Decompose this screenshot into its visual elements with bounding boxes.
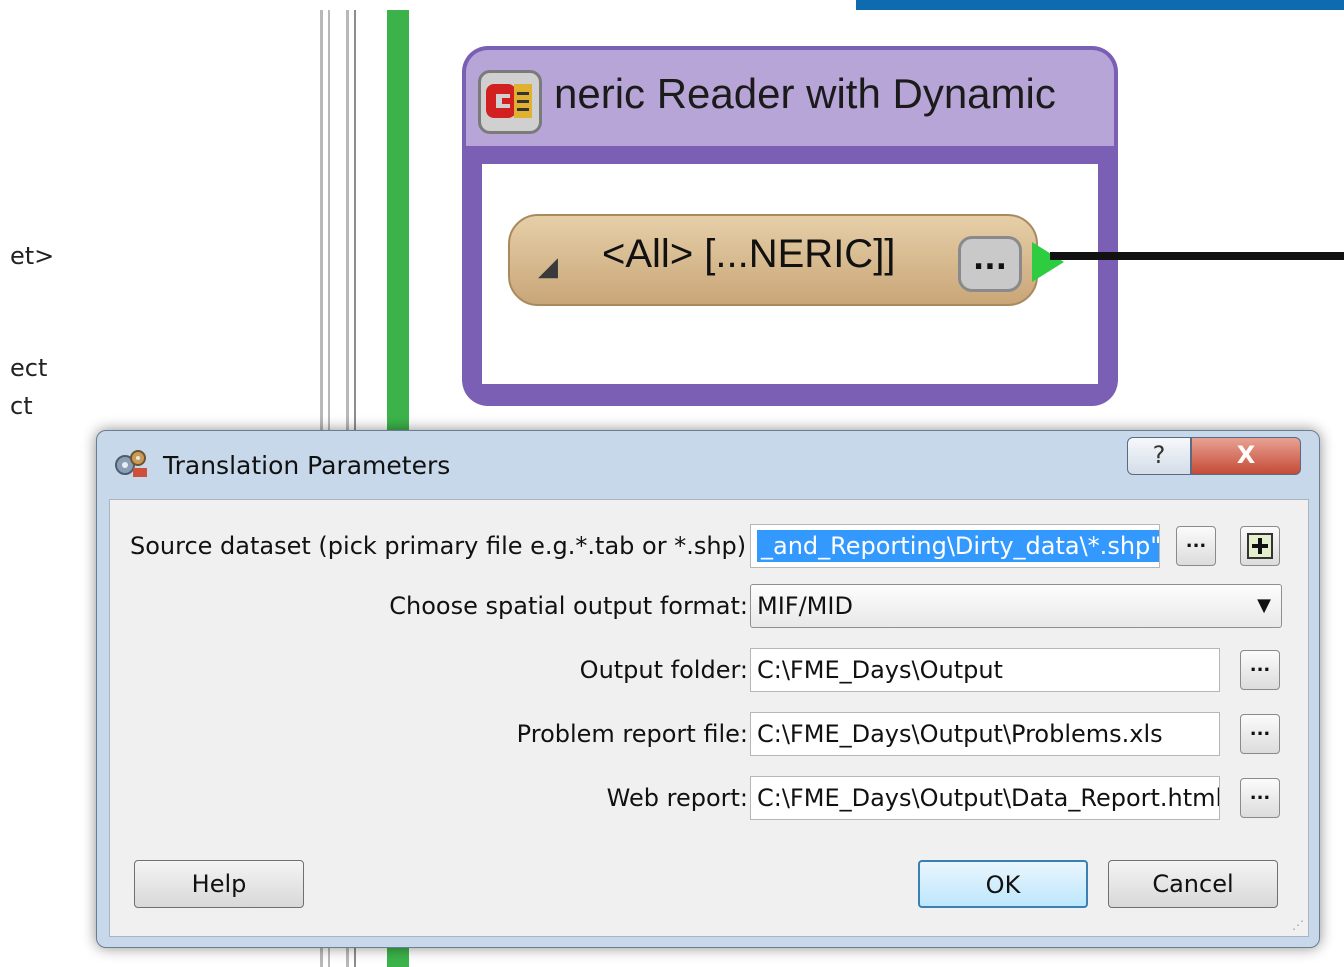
web-report-input[interactable]: C:\FME_Days\Output\Data_Report.html	[750, 776, 1220, 820]
feature-type-menu-button[interactable]: ...	[958, 236, 1022, 292]
reader-header[interactable]: neric Reader with Dynamic	[466, 50, 1114, 146]
web-report-browse-button[interactable]: ...	[1240, 778, 1280, 818]
generic-reader-icon	[478, 70, 542, 134]
chevron-down-icon: ▼	[1257, 595, 1271, 616]
output-format-label: Choose spatial output format:	[389, 592, 748, 620]
ok-button[interactable]: OK	[918, 860, 1088, 908]
feature-type-node[interactable]: ◢ <All> [...NERIC]] ...	[508, 214, 1038, 306]
problem-report-label: Problem report file:	[516, 720, 748, 748]
add-dataset-button[interactable]	[1240, 526, 1280, 566]
source-dataset-label: Source dataset (pick primary file e.g.*.…	[130, 532, 762, 560]
source-dataset-value: _and_Reporting\Dirty_data\*.shp"	[757, 530, 1159, 562]
cancel-button[interactable]: Cancel	[1108, 860, 1278, 908]
problem-report-browse-button[interactable]: ...	[1240, 714, 1280, 754]
output-folder-input[interactable]: C:\FME_Days\Output	[750, 648, 1220, 692]
output-format-select[interactable]: MIF/MID ▼	[750, 584, 1282, 628]
dialog-title: Translation Parameters	[163, 451, 451, 480]
navigator-item-fragment[interactable]: ect	[10, 354, 47, 382]
feature-type-label: <All> [...NERIC]]	[602, 232, 896, 276]
output-folder-label: Output folder:	[579, 656, 748, 684]
help-button[interactable]: Help	[134, 860, 304, 908]
dialog-titlebar[interactable]: Translation Parameters ? X	[97, 431, 1319, 497]
navigator-item-fragment[interactable]: et>	[10, 242, 54, 270]
source-dataset-browse-button[interactable]: ...	[1176, 526, 1216, 566]
problem-report-input[interactable]: C:\FME_Days\Output\Problems.xls	[750, 712, 1220, 756]
generic-reader-node[interactable]: neric Reader with Dynamic ◢ <All> [...NE…	[462, 46, 1118, 406]
resize-grip-icon[interactable]: ⋰	[1292, 918, 1304, 932]
plus-icon	[1247, 533, 1273, 559]
translation-parameters-dialog: Translation Parameters ? X Source datase…	[96, 430, 1320, 948]
navigator-item-fragment[interactable]: ct	[10, 392, 33, 420]
dialog-content: Source dataset (pick primary file e.g.*.…	[109, 499, 1309, 937]
collapse-triangle-icon[interactable]: ◢	[538, 252, 558, 282]
close-button[interactable]: X	[1191, 437, 1301, 475]
source-dataset-input[interactable]: _and_Reporting\Dirty_data\*.shp"	[750, 524, 1160, 568]
output-format-value: MIF/MID	[757, 592, 853, 620]
help-titlebar-button[interactable]: ?	[1127, 437, 1191, 475]
translation-parameters-icon	[113, 449, 149, 483]
connection-line[interactable]	[1050, 252, 1344, 260]
output-port-icon[interactable]	[1032, 242, 1064, 282]
canvas-header-strip	[856, 0, 1344, 10]
reader-title: neric Reader with Dynamic	[554, 70, 1056, 117]
output-folder-browse-button[interactable]: ...	[1240, 650, 1280, 690]
web-report-label: Web report:	[606, 784, 748, 812]
